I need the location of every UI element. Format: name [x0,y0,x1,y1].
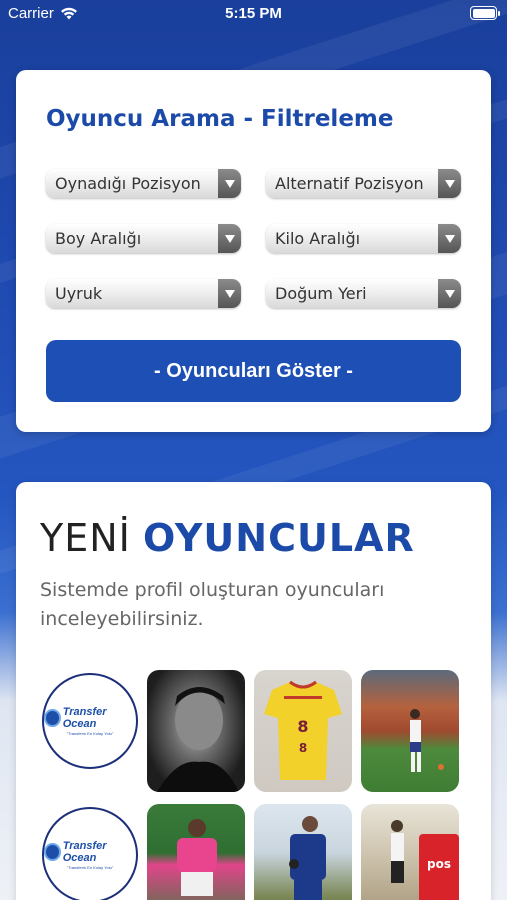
svg-text:pos: pos [427,857,451,871]
heading-light: YENİ [40,516,131,560]
status-bar: Carrier 5:15 PM [0,0,507,28]
player-photo[interactable]: 8 8 [254,670,352,792]
logo-tagline: "Transferin En Kolay Yolu" [66,865,114,870]
logo-name: Transfer Ocean [62,840,107,864]
nationality-dropdown-label: Uyruk [55,284,103,303]
chevron-down-icon [218,169,241,198]
player-photo[interactable] [254,804,352,900]
jersey-image: 8 8 [264,680,342,780]
filter-title: Oyuncu Arama - Filtreleme [46,106,394,132]
position-dropdown-label: Oynadığı Pozisyon [55,174,201,193]
ball-icon [44,843,61,861]
player-figure [177,819,217,896]
player-figure: pos [391,820,459,900]
heading-bold: OYUNCULAR [142,516,415,560]
player-figure [289,816,326,900]
birthplace-dropdown[interactable]: Doğum Yeri [266,279,461,308]
chevron-down-icon [218,279,241,308]
height-range-dropdown-label: Boy Aralığı [55,229,142,248]
player-figure [410,709,444,772]
new-players-card: YENİ OYUNCULAR Sistemde profil oluşturan… [16,482,491,900]
nationality-dropdown[interactable]: Uyruk [46,279,241,308]
show-players-button[interactable]: - Oyuncuları Göster - [46,340,461,402]
brand-logo[interactable]: Transfer Ocean "Transferin En Kolay Yolu… [42,673,138,769]
brand-logo[interactable]: Transfer Ocean "Transferin En Kolay Yolu… [42,807,138,900]
status-time: 5:15 PM [225,5,282,22]
weight-range-dropdown[interactable]: Kilo Aralığı [266,224,461,253]
chevron-down-icon [438,224,461,253]
logo-tagline: "Transferin En Kolay Yolu" [66,731,114,736]
player-photo[interactable] [147,804,245,900]
position-dropdown[interactable]: Oynadığı Pozisyon [46,169,241,198]
chevron-down-icon [438,279,461,308]
height-range-dropdown[interactable]: Boy Aralığı [46,224,241,253]
ball-icon [44,709,61,727]
alternative-position-dropdown-label: Alternatif Pozisyon [275,174,424,193]
logo-name: Transfer Ocean [62,706,107,730]
alternative-position-dropdown[interactable]: Alternatif Pozisyon [266,169,461,198]
player-photo[interactable] [147,670,245,792]
weight-range-dropdown-label: Kilo Aralığı [275,229,361,248]
chevron-down-icon [218,224,241,253]
player-photo[interactable] [361,670,459,792]
svg-text:8: 8 [297,717,308,736]
battery-icon [470,6,500,20]
svg-text:8: 8 [299,741,307,755]
birthplace-dropdown-label: Doğum Yeri [275,284,367,303]
chevron-down-icon [438,169,461,198]
player-silhouette [157,687,239,792]
new-players-description: Sistemde profil oluşturan oyuncuları inc… [40,579,385,630]
new-players-heading: YENİ OYUNCULAR [40,516,415,560]
filter-card: Oyuncu Arama - Filtreleme Oynadığı Pozis… [16,70,491,432]
player-photo[interactable]: pos [361,804,459,900]
